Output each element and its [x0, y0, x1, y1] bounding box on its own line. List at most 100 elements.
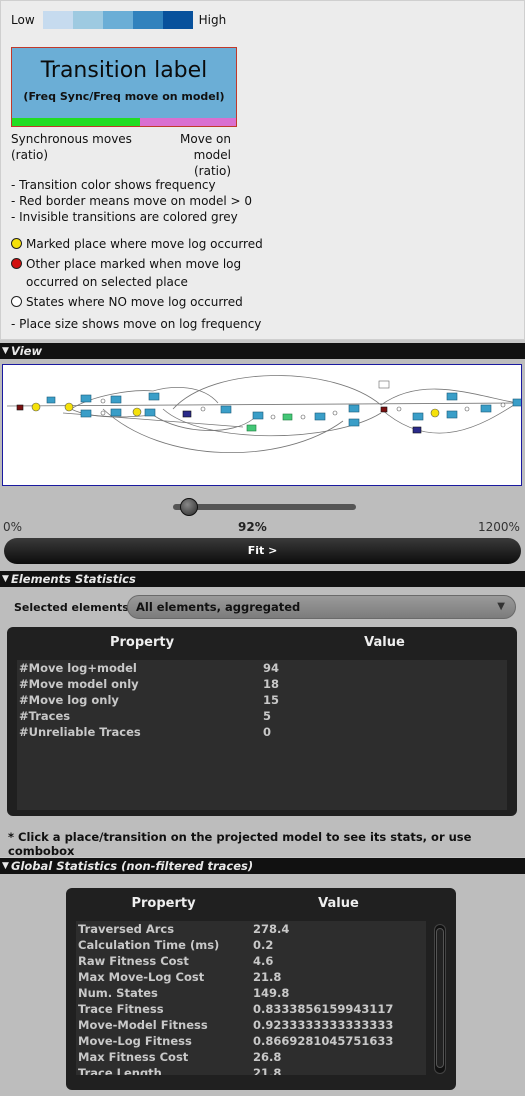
elements-table: Property Value #Move log+model 94 #Move m…: [7, 627, 517, 816]
table-row[interactable]: #Traces 5: [17, 708, 507, 724]
petri-net-diagram: [6, 375, 521, 454]
sync-unit: (ratio): [11, 148, 49, 162]
value-cell: 5: [263, 709, 272, 723]
value-cell: 278.4: [253, 922, 290, 936]
property-cell: Calculation Time (ms): [78, 938, 220, 952]
value-cell: 26.8: [253, 1050, 282, 1064]
value-cell: 21.8: [253, 1066, 282, 1075]
table-row[interactable]: Max Fitness Cost 26.8: [76, 1049, 426, 1065]
property-cell: Raw Fitness Cost: [78, 954, 189, 968]
zoom-current-label: 92%: [238, 520, 267, 534]
property-cell: Move-Log Fitness: [78, 1034, 192, 1048]
table-row[interactable]: Move-Model Fitness 0.9233333333333333: [76, 1017, 426, 1033]
sync-moves-label: Synchronous moves (ratio): [11, 131, 132, 163]
table-row[interactable]: Max Move-Log Cost 21.8: [76, 969, 426, 985]
mark-text: Marked place where move log occurred: [26, 237, 263, 251]
elements-panel-header[interactable]: ▼ Elements Statistics: [0, 571, 525, 587]
value-cell: 0.2: [253, 938, 274, 952]
scale-swatch: [42, 11, 73, 29]
elements-table-body: #Move log+model 94 #Move model only 18 #Mo…: [17, 660, 507, 810]
mark-text: Other place marked when move log occurre…: [26, 257, 242, 289]
col-header-value: Value: [364, 635, 405, 650]
view-header-title: View: [11, 344, 43, 358]
table-row[interactable]: Calculation Time (ms) 0.2: [76, 937, 426, 953]
property-cell: Trace Fitness: [78, 1002, 164, 1016]
value-cell: 15: [263, 693, 280, 707]
zoom-slider-track[interactable]: [173, 504, 356, 510]
mark-row: Other place marked when move log occurre…: [11, 255, 263, 291]
legend-notes: - Transition color shows frequency - Red…: [11, 177, 252, 225]
model-canvas[interactable]: [2, 364, 522, 486]
mark-row: Marked place where move log occurred: [11, 235, 263, 253]
collapse-triangle-icon: ▼: [2, 346, 9, 356]
global-header-title: Global Statistics (non-filtered traces): [11, 859, 254, 873]
table-row[interactable]: #Move log+model 94: [17, 660, 507, 676]
table-row[interactable]: Trace Length 21.8: [76, 1065, 426, 1075]
property-cell: #Move log+model: [19, 661, 137, 675]
selected-elements-combobox[interactable]: All elements, aggregated ▼: [127, 595, 516, 619]
mark-row: States where NO move log occurred: [11, 293, 263, 311]
table-row[interactable]: Trace Fitness 0.8333856159943117: [76, 1001, 426, 1017]
mark-text: States where NO move log occurred: [26, 295, 243, 309]
view-panel: 0% 92% 1200% Fit >: [0, 359, 525, 571]
zoom-max-label: 1200%: [478, 520, 520, 534]
scrollbar-thumb[interactable]: [436, 928, 444, 1068]
value-cell: 0.9233333333333333: [253, 1018, 394, 1032]
transition-subtitle: (Freq Sync/Freq move on model): [23, 90, 225, 103]
note-line: - Transition color shows frequency: [11, 178, 216, 192]
value-cell: 4.6: [253, 954, 274, 968]
global-panel-header[interactable]: ▼ Global Statistics (non-filtered traces…: [0, 858, 525, 874]
col-header-property: Property: [109, 635, 175, 650]
property-cell: #Traces: [19, 709, 71, 723]
note-line: - Invisible transitions are colored grey: [11, 210, 238, 224]
table-row[interactable]: Traversed Arcs 278.4: [76, 921, 426, 937]
elements-panel: Selected elements* All elements, aggrega…: [0, 587, 525, 858]
fit-button[interactable]: Fit >: [4, 538, 521, 564]
table-row[interactable]: #Move model only 18: [17, 676, 507, 692]
table-row[interactable]: Move-Log Fitness 0.8669281045751633: [76, 1033, 426, 1049]
table-row[interactable]: Num. States 149.8: [76, 985, 426, 1001]
frequency-scale: Low High: [11, 11, 226, 29]
scale-low-label: Low: [11, 13, 35, 27]
elements-header-title: Elements Statistics: [11, 572, 136, 586]
property-cell: #Move log only: [19, 693, 119, 707]
yellow-place-icon: [11, 238, 22, 249]
zoom-slider-knob[interactable]: [180, 498, 198, 516]
model-label: Move on model: [180, 132, 231, 162]
legend-panel: Low High Transition label (Freq Sync/Fre…: [0, 0, 525, 340]
red-place-icon: [11, 258, 22, 269]
table-row[interactable]: Raw Fitness Cost 4.6: [76, 953, 426, 969]
elements-footnote: * Click a place/transition on the projec…: [8, 830, 472, 858]
property-cell: Move-Model Fitness: [78, 1018, 208, 1032]
scale-swatch: [102, 11, 133, 29]
scale-high-label: High: [198, 13, 227, 27]
property-cell: Traversed Arcs: [78, 922, 175, 936]
property-cell: Trace Length: [78, 1066, 162, 1075]
value-cell: 0.8669281045751633: [253, 1034, 394, 1048]
table-row[interactable]: #Unreliable Traces 0: [17, 724, 507, 740]
value-cell: 21.8: [253, 970, 282, 984]
collapse-triangle-icon: ▼: [2, 861, 9, 871]
property-cell: #Unreliable Traces: [19, 725, 141, 739]
value-cell: 94: [263, 661, 280, 675]
value-cell: 149.8: [253, 986, 290, 1000]
model-ratio-bar: [139, 118, 236, 126]
collapse-triangle-icon: ▼: [2, 574, 9, 584]
view-panel-header[interactable]: ▼ View: [0, 343, 525, 359]
global-table: Property Value Traversed Arcs 278.4 Calcu…: [66, 888, 456, 1090]
zoom-min-label: 0%: [3, 520, 23, 534]
place-size-note: - Place size shows move on log frequency: [11, 317, 262, 331]
dropdown-arrow-icon: ▼: [497, 601, 505, 612]
combobox-value: All elements, aggregated: [136, 600, 301, 614]
table-row[interactable]: #Move log only 15: [17, 692, 507, 708]
comment-icon: [378, 380, 390, 389]
scale-swatch: [162, 11, 193, 29]
property-cell: #Move model only: [19, 677, 139, 691]
model-moves-label: Move on model (ratio): [145, 131, 231, 179]
global-table-body: Traversed Arcs 278.4 Calculation Time (ms…: [76, 921, 426, 1075]
property-cell: Num. States: [78, 986, 158, 1000]
global-table-scrollbar[interactable]: [434, 924, 446, 1074]
global-panel: Property Value Traversed Arcs 278.4 Calcu…: [0, 874, 525, 1096]
value-cell: 0: [263, 725, 272, 739]
app-root: Low High Transition label (Freq Sync/Fre…: [0, 0, 525, 1096]
